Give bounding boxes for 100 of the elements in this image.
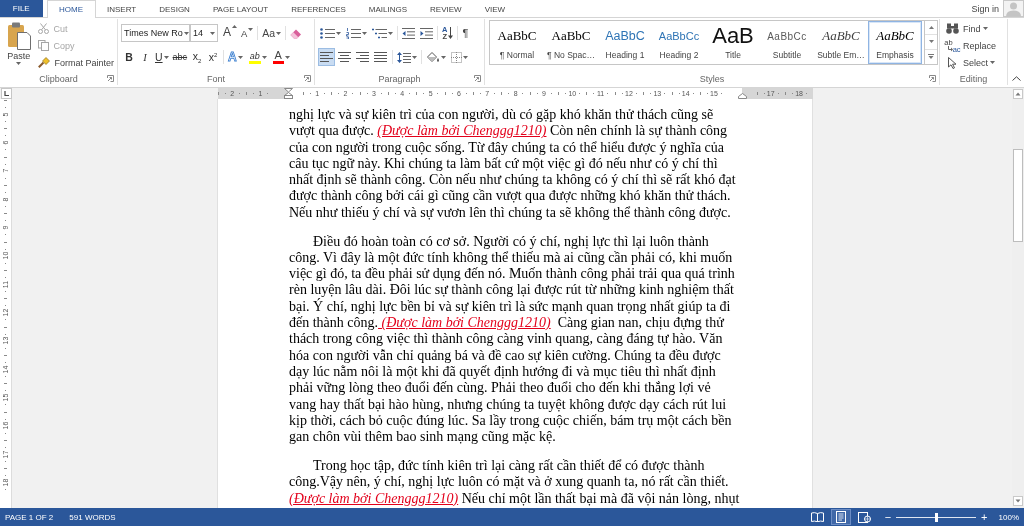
justify-icon <box>374 52 387 62</box>
cursor-arrow-icon <box>948 56 957 69</box>
ribbon-tab[interactable]: REVIEW <box>418 0 474 17</box>
align-right-icon <box>356 52 369 62</box>
caret-icon <box>183 31 189 35</box>
style-item[interactable]: AaBbC Subtle Em… <box>814 21 868 64</box>
select-button[interactable]: Select <box>942 54 999 71</box>
zoom-out-button[interactable]: − <box>880 509 896 525</box>
more-icon <box>928 54 934 60</box>
author-link[interactable]: (Được làm bởi Chenggg1210) <box>378 315 551 331</box>
style-item[interactable]: AaBbC Heading 1 <box>598 21 652 64</box>
tab-stop-icon[interactable] <box>1 88 12 99</box>
ribbon-tab[interactable]: REFERENCES <box>279 0 358 17</box>
change-case-button[interactable]: Aa <box>260 24 284 42</box>
caret-icon <box>388 31 393 35</box>
dialog-launcher-icon[interactable] <box>929 75 936 82</box>
style-item[interactable]: AaBbCc Subtitle <box>760 21 814 64</box>
caret-icon <box>210 31 215 35</box>
copy-icon <box>38 40 50 51</box>
numbered-list-icon <box>346 27 361 39</box>
word-count[interactable]: 591 WORDS <box>69 512 116 522</box>
style-item[interactable]: AaBbCc Heading 2 <box>652 21 706 64</box>
font-name-field[interactable]: Times New Ro <box>121 24 190 42</box>
dialog-launcher-icon[interactable] <box>474 75 481 82</box>
scrollbar-thumb[interactable] <box>1013 149 1023 242</box>
scissors-icon <box>38 23 50 34</box>
ribbon-tab[interactable]: HOME <box>46 0 96 18</box>
caret-icon <box>248 28 254 31</box>
group-label: Editing <box>959 73 988 84</box>
body-paragraph: Điều đó hoàn toàn có cơ sở. Người có ý chí, nghị lực thì lại luôn thành công. Vì đây là một đức tính không thể thiếu mà ai cũng cần phải có, khi muốn việc gì đó, ta đều phải sử dụng đến nó. Muốn thành công phải trải qua quá trình rèn luyện lâu dài. Đôi lúc sự thành công lại được rút từ những kinh nghiệm thất bại. Ý chí, nghị lực bền bỉ và sự kiên trì là sức mạnh quan trọng nhất giúp ta đi đến thành công. (Được làm bởi Chenggg1210) Càng gian nan, chịu đựng thử thách trong công việc thì thành công càng vinh quang, càng đáng tự hào. Văn hóa con người vẫn chỉ quảng bá và đề cao sự kiên cường. Chúng ta đều được dạy lúc nằm nôi là một khi đã quyết định hướng đi và mục tiêu thì nhất định phải vững lòng theo đuổi đến cùng. Phải theo đuổi cho đến khi thắng lợi vẻ vang hay thất bại hào hùng, nhưng chúng ta tuyệt không được dạy cách rút lui kịp thời, cách bỏ cuộc đúng lúc. Sa lầy trong cuộc chiến, bám trụ một cách bền gan chôn vùi thêm bao sinh mạng cũng mặc kệ. <box>289 233 735 446</box>
bullet-list-icon <box>320 27 335 39</box>
align-left-icon <box>320 52 333 62</box>
align-center-icon <box>338 52 351 62</box>
ribbon-tab[interactable]: MAILINGS <box>357 0 419 17</box>
zoom-level[interactable]: 100% <box>998 512 1019 522</box>
decrease-indent-icon <box>402 27 415 39</box>
italic-button[interactable]: I <box>137 48 153 66</box>
paint-bucket-icon <box>426 51 440 63</box>
zoom-slider-thumb[interactable] <box>934 512 938 522</box>
ribbon-tab[interactable]: INSERT <box>95 0 148 17</box>
scroll-up-icon <box>928 26 934 30</box>
font-size-field[interactable]: 14 <box>190 24 218 42</box>
scroll-up-icon[interactable] <box>1013 89 1023 99</box>
font-color-button[interactable]: A <box>270 48 292 66</box>
style-item[interactable]: AaBbC ¶ Normal <box>490 21 544 64</box>
body-paragraph: Trong học tập, đức tính kiên trì lại càng rất cần thiết để có được thành công.Vậy nên, ý chí, nghị lực luôn có mặt và ở xung quanh ta, nó rất cần thiết. (Được làm bởi Chenggg1210) Nếu chỉ một lần thất bại mà đã vội nản lòng, nhụt <box>289 457 740 507</box>
style-item[interactable]: AaBbC ¶ No Spac… <box>544 21 598 64</box>
page-icon <box>835 511 846 523</box>
caret-icon <box>362 31 367 35</box>
print-layout-button[interactable] <box>830 509 851 525</box>
clipboard-icon <box>6 22 31 50</box>
collapse-ribbon-icon[interactable] <box>1011 76 1021 81</box>
group-label: Paragraph <box>378 73 421 84</box>
body-paragraph: nghị lực và sự kiên trì của con người, dù có gặp khó khăn thử thách cũng sẽ vượt qua được. (Được làm bởi Chenggg1210) Còn nên chính là sự thành công của con người trong cuộc sống. Từ đây chúng ta có thể hiểu được ý nghĩa của câu tục ngữ này. Khi chúng ta làm bất cứ một việc gì đó nếu như có ý chí thì nhất định sẽ thành công. Còn nếu như chúng ta không có ý chí thì sẽ rất khó đạt được thành công bởi cái gì cũng cần vượt qua được những khó khăn thử thách. Nếu như thiếu ý chí và sự vươn lên thì chúng ta sẽ không thể thành công được. <box>289 107 736 222</box>
page-count[interactable]: PAGE 1 OF 2 <box>5 512 54 522</box>
bold-button[interactable]: B <box>121 48 137 66</box>
style-item[interactable]: AaB Title <box>706 21 760 64</box>
show-formatting-button[interactable]: ¶ <box>460 24 471 42</box>
zoom-in-button[interactable]: + <box>977 509 992 525</box>
scroll-down-icon[interactable] <box>1013 496 1023 506</box>
scroll-down-icon <box>928 40 934 44</box>
web-page-icon <box>857 511 871 523</box>
caret-icon <box>284 55 290 59</box>
caret-icon <box>16 62 22 65</box>
dialog-launcher-icon[interactable] <box>304 75 311 82</box>
strikethrough-button[interactable]: abc <box>170 48 190 66</box>
sign-in-link[interactable]: Sign in <box>967 0 1003 17</box>
ribbon-tab[interactable]: VIEW <box>473 0 517 17</box>
caret-icon <box>237 55 243 59</box>
caret-icon <box>336 31 341 35</box>
caret-icon <box>276 31 282 35</box>
format-painter-button[interactable]: Format Painter <box>35 54 117 71</box>
subscript-button[interactable]: x$_{2}$ <box>189 48 206 66</box>
align-left-button[interactable] <box>318 48 335 66</box>
underline-button[interactable]: U <box>153 48 171 66</box>
arrow-down-icon <box>448 27 454 39</box>
style-item[interactable]: AaBbC Emphasis <box>868 21 922 64</box>
binoculars-icon <box>946 23 959 34</box>
group-label: Clipboard <box>39 73 78 84</box>
grow-font-button[interactable]: A <box>221 24 239 42</box>
line-spacing-icon <box>397 51 411 63</box>
caret-icon <box>441 55 446 59</box>
paste-button[interactable]: Paste <box>3 19 35 67</box>
file-tab[interactable]: FILE <box>0 0 43 17</box>
superscript-button[interactable]: x$^{2}$ <box>205 48 222 66</box>
indent-marker-icon[interactable] <box>284 88 294 99</box>
ribbon-tab[interactable]: PAGE LAYOUT <box>201 0 280 17</box>
author-link[interactable]: (Được làm bởi Chenggg1210) <box>289 490 459 506</box>
paintbrush-icon <box>38 57 51 68</box>
ribbon-tab[interactable]: DESIGN <box>147 0 202 17</box>
find-button[interactable]: Find <box>942 20 999 37</box>
caret-icon <box>463 55 468 59</box>
caret-icon <box>412 55 417 59</box>
shrink-font-button[interactable]: A <box>239 24 256 42</box>
book-icon <box>810 512 824 522</box>
arrow-icon <box>947 46 953 52</box>
caret-icon <box>261 55 267 59</box>
highlight-button[interactable]: ab <box>246 48 269 66</box>
dialog-launcher-icon[interactable] <box>107 75 114 82</box>
author-link[interactable]: (Được làm bởi Chenggg1210) <box>377 123 547 139</box>
